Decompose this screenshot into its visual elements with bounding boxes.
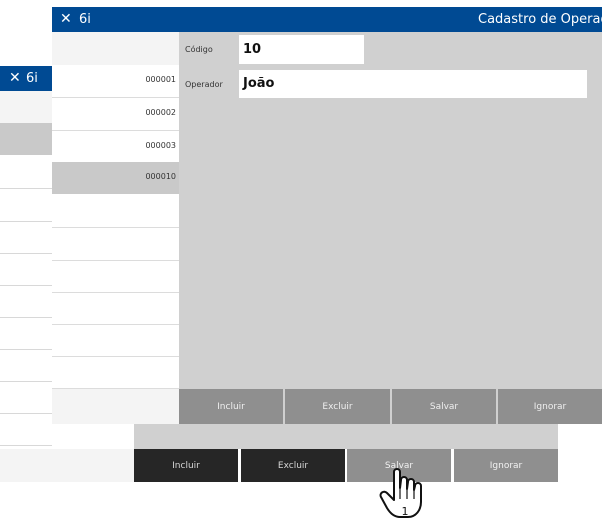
list-item-code: 000002 [145, 108, 176, 117]
operator-list: 000001 000002 000003 000010 [52, 32, 179, 424]
list-item-empty[interactable] [52, 324, 179, 357]
ignorar-button[interactable]: Ignorar [498, 389, 602, 424]
back-list-row[interactable] [0, 285, 52, 318]
salvar-button[interactable]: Salvar [392, 389, 496, 424]
list-item-code: 000010 [145, 172, 176, 181]
back-list-row[interactable] [0, 413, 52, 446]
back-close-icon[interactable]: ✕ [9, 66, 21, 91]
operador-label: Operador [185, 80, 223, 89]
back-window-titlebar: ✕ 6i [0, 66, 52, 91]
front-window-titlebar: ✕ 6i Cadastro de Operador [52, 7, 602, 32]
back-list-row[interactable] [0, 381, 52, 414]
list-item[interactable]: 000003 [52, 131, 179, 164]
hand-pointer-icon: 1 [379, 468, 422, 518]
list-item-code: 000003 [145, 141, 176, 150]
back-ignorar-button[interactable]: Ignorar [454, 449, 558, 482]
window-title: Cadastro de Operador [478, 12, 602, 27]
list-footer [52, 389, 179, 424]
back-list-row-selected[interactable] [0, 123, 52, 155]
list-item-empty[interactable] [52, 260, 179, 293]
back-list-row[interactable] [0, 156, 52, 189]
list-item[interactable]: 000001 [52, 65, 179, 98]
back-form-area [134, 424, 558, 449]
list-item-empty[interactable] [52, 228, 179, 261]
back-window-app-name: 6i [26, 71, 38, 86]
cursor-badge: 1 [402, 505, 409, 518]
list-header [52, 32, 179, 65]
operador-field[interactable]: João [239, 70, 587, 98]
list-item-empty[interactable] [52, 195, 179, 228]
list-item-empty[interactable] [52, 356, 179, 389]
back-excluir-button[interactable]: Excluir [241, 449, 345, 482]
list-item-selected[interactable]: 000010 [52, 162, 179, 194]
list-item-empty[interactable] [52, 292, 179, 325]
back-incluir-button[interactable]: Incluir [134, 449, 238, 482]
incluir-button[interactable]: Incluir [179, 389, 283, 424]
back-list-row[interactable] [0, 221, 52, 254]
back-list-footer [0, 449, 134, 482]
close-icon[interactable]: ✕ [60, 7, 72, 32]
codigo-label: Código [185, 45, 213, 54]
back-list-row[interactable] [0, 253, 52, 286]
excluir-button[interactable]: Excluir [285, 389, 390, 424]
back-list-row[interactable] [0, 349, 52, 382]
back-list-row[interactable] [0, 91, 52, 124]
back-list-row[interactable] [0, 189, 52, 222]
list-item-code: 000001 [145, 75, 176, 84]
list-item[interactable]: 000002 [52, 98, 179, 131]
codigo-field[interactable]: 10 [239, 35, 364, 64]
action-bar: Incluir Excluir Salvar Ignorar [179, 389, 602, 424]
operator-form: Código 10 Operador João [179, 32, 602, 389]
app-name: 6i [79, 12, 91, 27]
back-list-row[interactable] [0, 317, 52, 350]
